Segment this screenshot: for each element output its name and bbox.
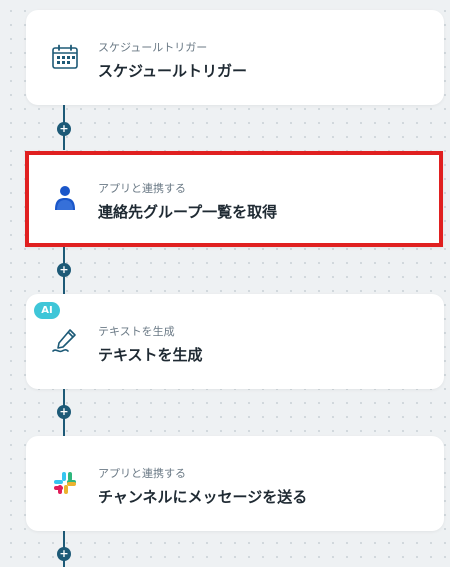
ai-badge: AI xyxy=(34,302,60,319)
step-card-schedule-trigger[interactable]: スケジュールトリガー スケジュールトリガー xyxy=(26,10,444,105)
step-card-send-channel-message[interactable]: アプリと連携する チャンネルにメッセージを送る xyxy=(26,436,444,531)
slack-icon xyxy=(50,468,80,498)
pen-icon xyxy=(50,326,80,356)
step-title: 連絡先グループ一覧を取得 xyxy=(98,203,278,221)
step-app-label: スケジュールトリガー xyxy=(98,41,208,54)
step-app-label: テキストを生成 xyxy=(98,325,175,338)
step-card-get-contact-groups[interactable]: アプリと連携する 連絡先グループ一覧を取得 xyxy=(25,151,443,247)
step-title: チャンネルにメッセージを送る xyxy=(98,488,308,506)
step-app-label: アプリと連携する xyxy=(98,467,186,480)
step-title: スケジュールトリガー xyxy=(98,62,247,80)
add-step-button[interactable]: + xyxy=(57,122,71,136)
calendar-icon xyxy=(50,42,80,72)
workflow-canvas: + + + + スケジュールトリガー スケジュールトリガー アプリと連携する 連… xyxy=(0,0,450,567)
add-step-button[interactable]: + xyxy=(57,547,71,561)
step-title: テキストを生成 xyxy=(98,346,203,364)
add-step-button[interactable]: + xyxy=(57,405,71,419)
add-step-button[interactable]: + xyxy=(57,263,71,277)
contact-person-icon xyxy=(50,183,80,213)
step-card-generate-text[interactable]: テキストを生成 テキストを生成 xyxy=(26,294,444,389)
step-app-label: アプリと連携する xyxy=(98,182,186,195)
